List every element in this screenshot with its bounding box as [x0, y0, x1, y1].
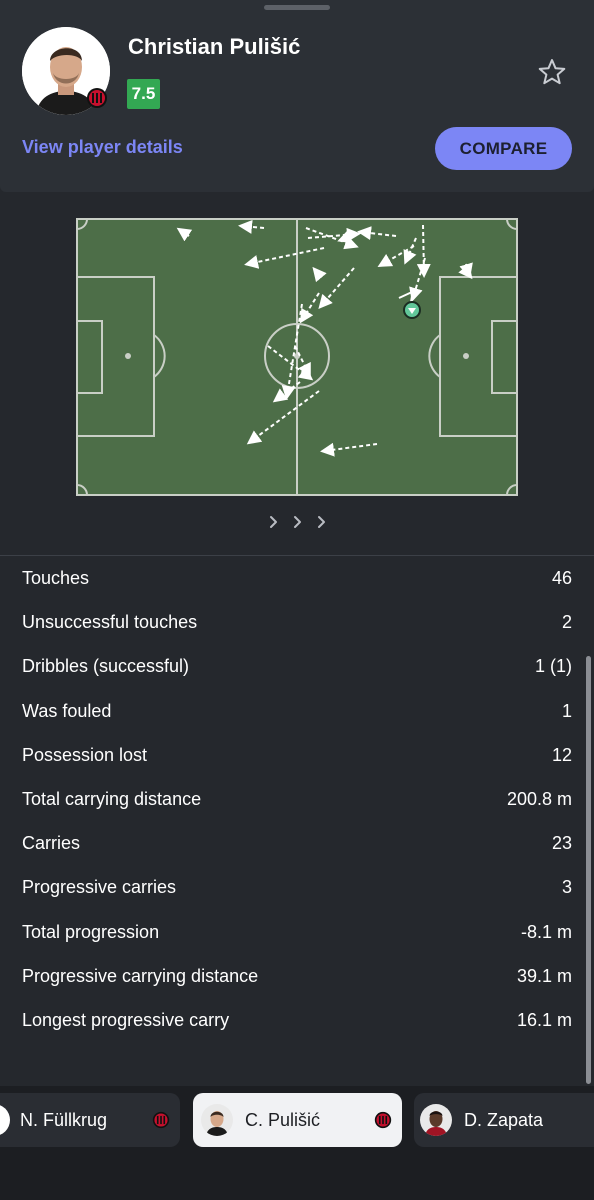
- player-chip-fullkrug[interactable]: N. Füllkrug: [0, 1093, 180, 1147]
- stat-label: Dribbles (successful): [22, 656, 190, 677]
- stat-row-total-progression: Total progression -8.1 m: [22, 910, 572, 954]
- player-chip-name: C. Pulišić: [245, 1109, 321, 1130]
- player-chip-zapata[interactable]: D. Zapata: [414, 1093, 594, 1147]
- stat-row-unsuccessful-touches: Unsuccessful touches 2: [22, 600, 572, 644]
- stat-value: 46: [551, 568, 572, 588]
- stat-label: Progressive carries: [22, 877, 177, 898]
- player-avatar: [0, 1104, 10, 1136]
- chevron-right-icon: [270, 516, 277, 528]
- stat-row-progressive-carries: Progressive carries 3: [22, 865, 572, 909]
- stat-label: Carries: [22, 833, 81, 854]
- stat-value: -8.1 m: [520, 921, 572, 942]
- stat-label: Was fouled: [22, 700, 112, 721]
- stats-list: Touches 46 Unsuccessful touches 2 Dribbl…: [22, 556, 572, 1042]
- stat-row-dribbles: Dribbles (successful) 1 (1): [22, 644, 572, 688]
- stat-row-touches: Touches 46: [22, 556, 572, 600]
- rating-badge: 7.5: [127, 79, 160, 109]
- player-chip-name: N. Füllkrug: [20, 1109, 108, 1130]
- stat-label: Longest progressive carry: [22, 1009, 230, 1030]
- pitch-pager[interactable]: [262, 512, 334, 532]
- stat-value: 12: [551, 744, 572, 765]
- stat-value: 16.1 m: [516, 1009, 572, 1030]
- stat-label: Touches: [22, 568, 90, 588]
- stat-value: 39.1 m: [516, 965, 572, 986]
- stat-value: 2: [561, 612, 572, 633]
- stat-label: Possession lost: [22, 744, 148, 765]
- player-chip-pulisic[interactable]: C. Pulišić: [193, 1093, 402, 1147]
- stat-label: Progressive carrying distance: [22, 965, 259, 986]
- stat-row-longest-progressive-carry: Longest progressive carry 16.1 m: [22, 998, 572, 1042]
- player-name: Christian Pulišić: [128, 34, 301, 59]
- stat-row-carries: Carries 23: [22, 821, 572, 865]
- stat-row-total-carrying-distance: Total carrying distance 200.8 m: [22, 777, 572, 821]
- stat-label: Total progression: [22, 921, 160, 942]
- stat-value: 200.8 m: [506, 788, 572, 809]
- stat-row-progressive-carrying-distance: Progressive carrying distance 39.1 m: [22, 954, 572, 998]
- scrollbar[interactable]: [586, 656, 591, 1084]
- chevron-right-icon: [318, 516, 325, 528]
- favorite-star-icon[interactable]: [536, 56, 568, 88]
- stat-value: 3: [561, 877, 572, 898]
- stat-row-possession-lost: Possession lost 12: [22, 733, 572, 777]
- stat-row-was-fouled: Was fouled 1: [22, 689, 572, 733]
- stat-value: 1 (1): [534, 656, 572, 677]
- stat-value: 23: [551, 833, 572, 854]
- chevron-right-icon: [294, 516, 301, 528]
- stat-label: Total carrying distance: [22, 788, 202, 809]
- compare-button[interactable]: COMPARE: [435, 127, 572, 170]
- player-chip-name: D. Zapata: [464, 1109, 544, 1130]
- player-avatar: [201, 1104, 233, 1136]
- player-avatar: [420, 1104, 452, 1136]
- club-badge-icon: [87, 88, 107, 108]
- player-header: Christian Pulišić 7.5 View player detail…: [0, 0, 594, 192]
- stat-value: 1: [561, 700, 572, 721]
- view-player-details-link[interactable]: View player details: [22, 137, 183, 158]
- club-badge-icon: [374, 1111, 392, 1129]
- stat-label: Unsuccessful touches: [22, 612, 198, 633]
- sheet-grabber[interactable]: [264, 5, 330, 10]
- carry-map: [76, 218, 518, 501]
- club-badge-icon: [152, 1111, 170, 1129]
